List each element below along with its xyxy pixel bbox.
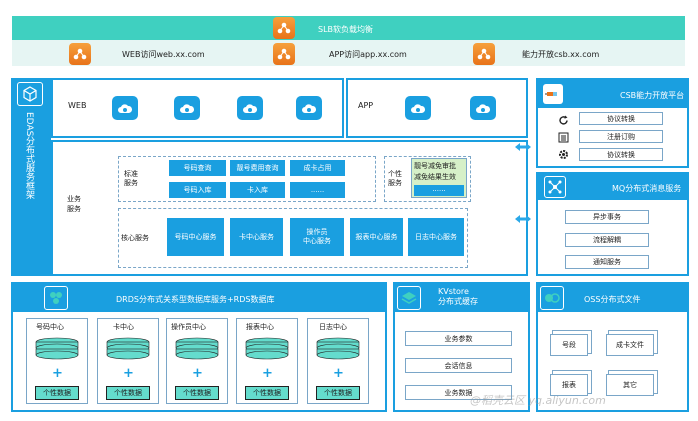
std-item-5[interactable]: ...... [290, 182, 345, 198]
drds-title: DRDS分布式关系型数据库服务+RDS数据库 [116, 295, 275, 304]
csb-access-label: 能力开放csb.xx.com [522, 50, 600, 59]
refresh-icon [556, 113, 570, 127]
watermark: @稻壳云区 yq.aliyun.com [470, 394, 606, 407]
web-label: WEB [68, 101, 87, 110]
kv-item-1[interactable]: 会话信息 [405, 358, 512, 373]
web-access-label: WEB访问web.xx.com [122, 50, 205, 59]
drds-data-4: 个性数据 [316, 386, 360, 400]
core-item-4[interactable]: 日志中心服务 [408, 218, 464, 256]
mq-network-icon [544, 176, 566, 198]
drds-cluster-icon [44, 286, 68, 310]
std-item-4[interactable]: 卡入库 [230, 182, 285, 198]
plus-sign-4: + [333, 366, 344, 381]
drds-data-1: 个性数据 [106, 386, 150, 400]
slb-icon [273, 17, 295, 39]
list-icon [556, 130, 570, 144]
database-icons [35, 337, 360, 360]
core-item-0[interactable]: 号码中心服务 [167, 218, 224, 256]
personal-item-1: 减免结果生效 [414, 173, 456, 181]
csb-item-1[interactable]: 注册订购 [579, 130, 663, 143]
web-access-icon [69, 43, 91, 65]
app-panel [346, 78, 528, 138]
mq-item-1[interactable]: 流程解耦 [565, 233, 649, 247]
drds-data-0: 个性数据 [35, 386, 79, 400]
oss-item-1[interactable]: 成卡文件 [606, 334, 654, 356]
csb-title: CSB能力开放平台 [620, 91, 685, 100]
mq-item-0[interactable]: 异步事务 [565, 210, 649, 224]
kv-cache-icon [397, 286, 421, 310]
drds-center-3-label: 报表中心 [246, 323, 274, 331]
drds-center-4-label: 日志中心 [319, 323, 347, 331]
plus-sign-0: + [52, 366, 63, 381]
oss-folder-icon [540, 286, 564, 310]
drds-center-0-label: 号码中心 [36, 323, 64, 331]
bidirectional-arrow-icon-1 [514, 142, 532, 154]
core-item-3[interactable]: 报表中心服务 [350, 218, 403, 256]
csb-item-0[interactable]: 协议转换 [579, 112, 663, 125]
app-label: APP [358, 101, 374, 110]
personal-item-0: 靓号减免审批 [414, 162, 456, 170]
kv-title: KVstore 分布式缓存 [438, 287, 478, 306]
app-access-icon [273, 43, 295, 65]
edas-label: EDAS分布式服务框架 [24, 112, 34, 200]
gear-icon [556, 147, 570, 161]
web-cloud-icon-1 [112, 96, 138, 120]
bidirectional-arrow-icon-2 [514, 214, 532, 226]
web-cloud-icon-3 [237, 96, 263, 120]
drds-data-2: 个性数据 [175, 386, 219, 400]
app-cloud-icon-2 [470, 96, 496, 120]
mq-item-2[interactable]: 通知服务 [565, 255, 649, 269]
web-cloud-icon-4 [296, 96, 322, 120]
app-access-label: APP访问app.xx.com [329, 50, 407, 59]
drds-center-1-label: 卡中心 [113, 323, 134, 331]
slb-label: SLB软负载均衡 [318, 25, 374, 34]
core-item-1[interactable]: 卡中心服务 [230, 218, 283, 256]
std-item-3[interactable]: 号码入库 [169, 182, 226, 198]
app-cloud-icon-1 [405, 96, 431, 120]
oss-item-3[interactable]: 其它 [606, 374, 654, 396]
business-label: 业务 服务 [67, 195, 81, 213]
plus-sign-1: + [123, 366, 134, 381]
core-item-2[interactable]: 操作员 中心服务 [290, 218, 344, 256]
oss-item-0[interactable]: 号段 [550, 334, 588, 356]
edas-icon [17, 82, 43, 106]
std-item-1[interactable]: 靓号费用查询 [230, 160, 285, 176]
personal-service-label: 个性 服务 [388, 170, 402, 187]
drds-center-2-label: 操作员中心 [171, 323, 206, 331]
kv-item-0[interactable]: 业务参数 [405, 331, 512, 346]
standard-service-label: 标准 服务 [124, 170, 138, 187]
std-item-0[interactable]: 号码查询 [169, 160, 226, 176]
core-service-label: 核心服务 [121, 234, 149, 242]
personal-item-2: ...... [414, 185, 464, 196]
drds-data-3: 个性数据 [245, 386, 289, 400]
csb-item-2[interactable]: 协议转换 [579, 148, 663, 161]
plus-sign-2: + [192, 366, 203, 381]
web-cloud-icon-2 [174, 96, 200, 120]
plug-icon [543, 84, 563, 104]
oss-title: OSS分布式文件 [584, 295, 641, 304]
csb-access-icon [473, 43, 495, 65]
mq-title: MQ分布式消息服务 [612, 184, 682, 193]
std-item-2[interactable]: 成卡占用 [290, 160, 345, 176]
plus-sign-3: + [262, 366, 273, 381]
